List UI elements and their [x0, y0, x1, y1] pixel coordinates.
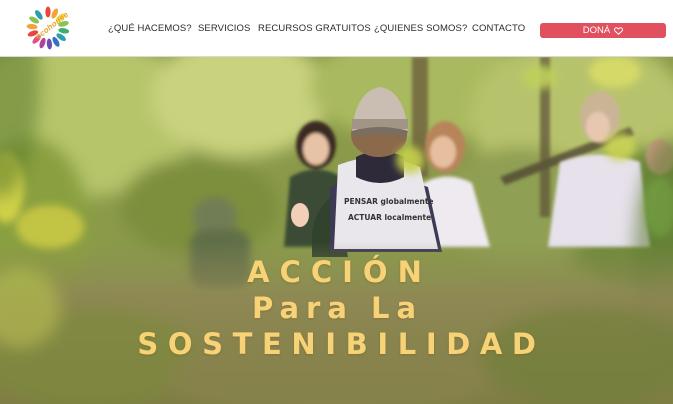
nav-item-que-hacemos[interactable]: ¿QUÉ HACEMOS?: [108, 23, 192, 34]
vest-text-line2: ACTUAR localmente: [348, 213, 432, 222]
headline-line-3: SOSTENIBILIDAD: [137, 327, 546, 361]
donate-button[interactable]: DONÁ: [540, 23, 666, 38]
nav-item-servicios[interactable]: SERVICIOS: [198, 23, 250, 34]
vest-text-line1: PENSAR globalmente: [344, 197, 434, 206]
donate-label: DONÁ: [582, 25, 611, 36]
nav-item-contacto[interactable]: CONTACTO: [472, 23, 525, 34]
nav-item-recursos-gratuitos[interactable]: RECURSOS GRATUITOS: [258, 23, 371, 34]
ecohouse-logo[interactable]: ecohouse: [24, 5, 72, 51]
heart-icon: [614, 26, 624, 35]
nav-item-quienes-somos[interactable]: ¿QUIENES SOMOS?: [374, 23, 467, 34]
site-header: ecohouse ¿QUÉ HACEMOS? SERVICIOS RECURSO…: [0, 0, 673, 57]
headline-line-1: ACCIÓN: [247, 255, 432, 289]
headline-line-2: Para La: [251, 291, 424, 325]
hero-banner: PENSAR globalmente ACTUAR localmente ACC…: [0, 57, 673, 404]
page: ecohouse ¿QUÉ HACEMOS? SERVICIOS RECURSO…: [0, 0, 673, 404]
